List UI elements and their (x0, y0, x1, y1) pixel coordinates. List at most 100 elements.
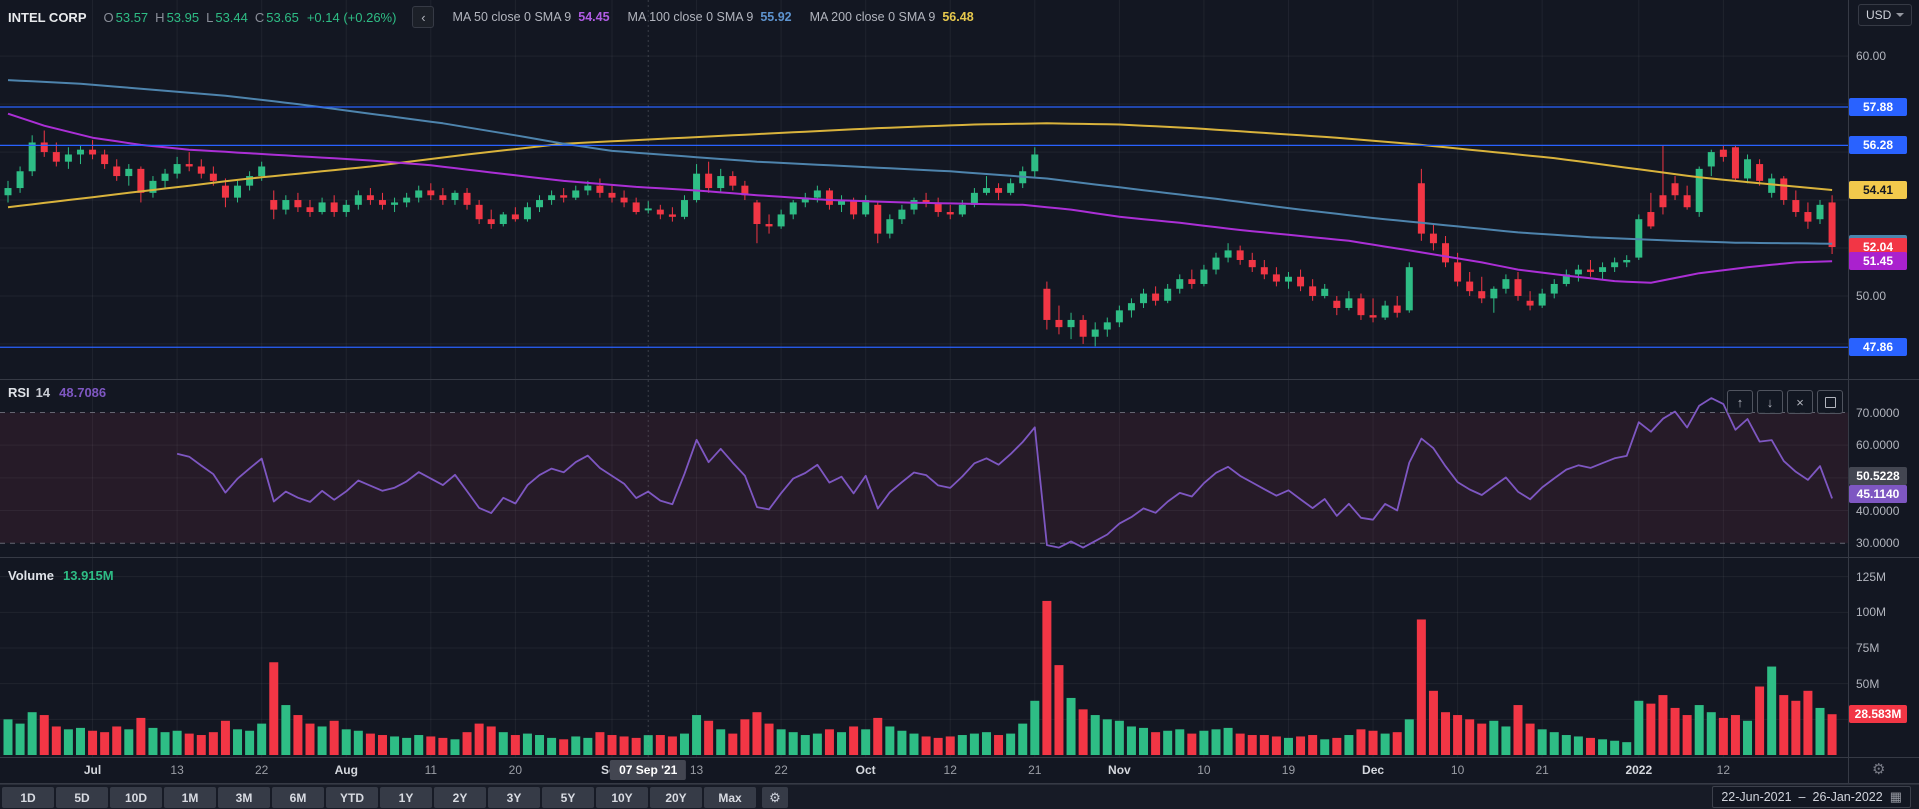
rsi-label-50.5228[interactable]: 50.5228 (1849, 467, 1907, 485)
time-tick-21: 21 (1535, 763, 1548, 777)
volume-tick-75M: 75M (1856, 641, 1879, 655)
ma200-value: 56.48 (942, 10, 973, 24)
gridlines (0, 0, 1848, 757)
toolbar-gear-icon[interactable]: ⚙ (762, 787, 788, 808)
time-tick-22: 22 (255, 763, 268, 777)
range-button-1m[interactable]: 1M (164, 787, 216, 808)
bottom-toolbar: 1D5D10D1M3M6MYTD1Y2Y3Y5Y10Y20YMax ⚙ 22-Ju… (0, 784, 1919, 809)
date-range-picker[interactable]: 22-Jun-2021 – 26-Jan-2022 ▦ (1712, 786, 1911, 808)
close-label: C (255, 10, 264, 25)
price-tick-60.00: 60.00 (1856, 49, 1886, 63)
range-button-3y[interactable]: 3Y (488, 787, 540, 808)
range-button-6m[interactable]: 6M (272, 787, 324, 808)
range-button-ytd[interactable]: YTD (326, 787, 378, 808)
volume-title: Volume (8, 568, 54, 583)
open-value: 53.57 (116, 10, 149, 25)
range-button-1d[interactable]: 1D (2, 787, 54, 808)
collapse-legend-button[interactable]: ‹ (412, 6, 434, 28)
time-tick-12: 12 (1717, 763, 1730, 777)
price-level-lines (0, 107, 1848, 347)
rsi-tick-40.0000: 40.0000 (1856, 504, 1899, 518)
volume-legend: Volume 13.915M (8, 568, 114, 583)
rsi-value: 48.7086 (59, 385, 106, 400)
price-label-54.41[interactable]: 54.41 (1849, 181, 1907, 199)
volume-bars (4, 601, 1837, 755)
rsi-pane-controls: ↑↓× (1727, 390, 1843, 414)
time-tick-20: 20 (509, 763, 522, 777)
ma100-legend: MA 100 close 0 SMA 955.92 (628, 10, 792, 24)
price-tick-50.00: 50.00 (1856, 289, 1886, 303)
time-tick-13: 13 (690, 763, 703, 777)
high-value: 53.95 (167, 10, 200, 25)
high-label: H (155, 10, 164, 25)
currency-selector[interactable]: USD (1858, 4, 1912, 26)
candles (5, 131, 1836, 347)
time-tick-10: 10 (1197, 763, 1210, 777)
time-tick-Nov: Nov (1108, 763, 1131, 777)
range-button-20y[interactable]: 20Y (650, 787, 702, 808)
range-button-10y[interactable]: 10Y (596, 787, 648, 808)
rsi-band (0, 413, 1848, 544)
date-separator: – (1799, 790, 1806, 804)
range-button-2y[interactable]: 2Y (434, 787, 486, 808)
chevron-down-icon (1896, 13, 1904, 17)
range-button-max[interactable]: Max (704, 787, 756, 808)
range-button-5d[interactable]: 5D (56, 787, 108, 808)
ma200-line (8, 123, 1832, 207)
time-tick-2022: 2022 (1625, 763, 1652, 777)
range-button-3m[interactable]: 3M (218, 787, 270, 808)
trading-chart-app: INTEL CORP O 53.57 H 53.95 L 53.44 C 53.… (0, 0, 1919, 809)
ma100-line (8, 80, 1832, 244)
chart-canvas[interactable] (0, 0, 1919, 809)
time-tick-11: 11 (425, 763, 437, 777)
range-buttons: 1D5D10D1M3M6MYTD1Y2Y3Y5Y10Y20YMax ⚙ (0, 787, 788, 808)
maximize-icon (1825, 397, 1836, 408)
rsi-tick-60.0000: 60.0000 (1856, 438, 1899, 452)
move-pane-down-button[interactable]: ↓ (1757, 390, 1783, 414)
date-from: 22-Jun-2021 (1721, 790, 1791, 804)
rsi-tick-70.0000: 70.0000 (1856, 406, 1899, 420)
time-tick-13: 13 (170, 763, 183, 777)
volume-tick-100M: 100M (1856, 605, 1886, 619)
ma100-value: 55.92 (760, 10, 791, 24)
change-value: +0.14 (+0.26%) (307, 10, 397, 25)
time-axis[interactable]: Jul1322Aug1120Sep1322Oct1221Nov1019Dec10… (0, 758, 1919, 783)
ma50-value: 54.45 (578, 10, 609, 24)
time-tick-12: 12 (944, 763, 957, 777)
crosshair-date-label: 07 Sep '21 (610, 760, 686, 780)
calendar-icon: ▦ (1890, 789, 1902, 805)
currency-label: USD (1866, 8, 1891, 22)
chevron-left-icon: ‹ (421, 10, 425, 25)
move-pane-up-button[interactable]: ↑ (1727, 390, 1753, 414)
symbol-name: INTEL CORP (8, 10, 87, 25)
volume-value: 13.915M (63, 568, 114, 583)
rsi-label-45.1140[interactable]: 45.1140 (1849, 485, 1907, 503)
price-label-47.86[interactable]: 47.86 (1849, 338, 1907, 356)
low-value: 53.44 (215, 10, 248, 25)
range-button-1y[interactable]: 1Y (380, 787, 432, 808)
time-tick-Jul: Jul (84, 763, 101, 777)
time-tick-21: 21 (1028, 763, 1041, 777)
ma50-legend: MA 50 close 0 SMA 954.45 (452, 10, 609, 24)
date-to: 26-Jan-2022 (1813, 790, 1883, 804)
maximize-pane-button[interactable] (1817, 390, 1843, 414)
range-button-5y[interactable]: 5Y (542, 787, 594, 808)
rsi-title: RSI (8, 385, 30, 400)
time-tick-22: 22 (774, 763, 787, 777)
volume-label-last[interactable]: 28.583M (1849, 705, 1907, 723)
remove-pane-button[interactable]: × (1787, 390, 1813, 414)
price-label-56.28[interactable]: 56.28 (1849, 136, 1907, 154)
ma50-line (8, 114, 1832, 283)
price-label-51.45[interactable]: 51.45 (1849, 252, 1907, 270)
rsi-legend: RSI 14 48.7086 (8, 385, 106, 400)
open-label: O (104, 10, 114, 25)
time-tick-Oct: Oct (856, 763, 876, 777)
rsi-tick-30.0000: 30.0000 (1856, 536, 1899, 550)
axis-settings-gear-icon[interactable]: ⚙ (1872, 760, 1885, 778)
price-label-57.88[interactable]: 57.88 (1849, 98, 1907, 116)
range-button-10d[interactable]: 10D (110, 787, 162, 808)
low-label: L (206, 10, 213, 25)
symbol-legend: INTEL CORP O 53.57 H 53.95 L 53.44 C 53.… (8, 6, 974, 28)
time-tick-Dec: Dec (1362, 763, 1384, 777)
close-value: 53.65 (266, 10, 299, 25)
